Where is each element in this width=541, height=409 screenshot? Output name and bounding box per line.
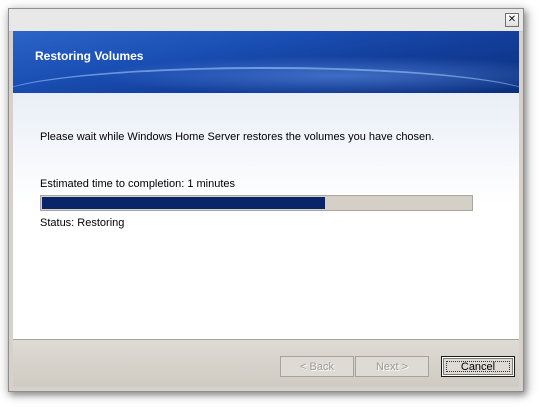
estimated-time-label: Estimated time to completion: 1 minutes xyxy=(40,178,236,190)
close-icon[interactable]: ✕ xyxy=(505,13,519,27)
button-bar: < Back Next > Cancel xyxy=(13,340,519,387)
content-background xyxy=(13,93,519,339)
header-banner: Restoring Volumes xyxy=(13,31,519,93)
next-button[interactable]: Next > xyxy=(355,356,429,377)
wizard-dialog: ✕ Restoring Volumes Please wait while Wi… xyxy=(8,8,524,392)
focus-rectangle xyxy=(446,361,510,372)
title-bar: ✕ xyxy=(9,9,523,32)
content-panel: Please wait while Windows Home Server re… xyxy=(13,93,519,340)
cancel-button[interactable]: Cancel xyxy=(441,356,515,377)
progress-bar-fill xyxy=(42,197,325,209)
progress-bar xyxy=(40,195,473,211)
instruction-text: Please wait while Windows Home Server re… xyxy=(40,131,435,143)
page-title: Restoring Volumes xyxy=(35,49,144,63)
status-label: Status: Restoring xyxy=(40,217,125,229)
back-button[interactable]: < Back xyxy=(280,356,354,377)
